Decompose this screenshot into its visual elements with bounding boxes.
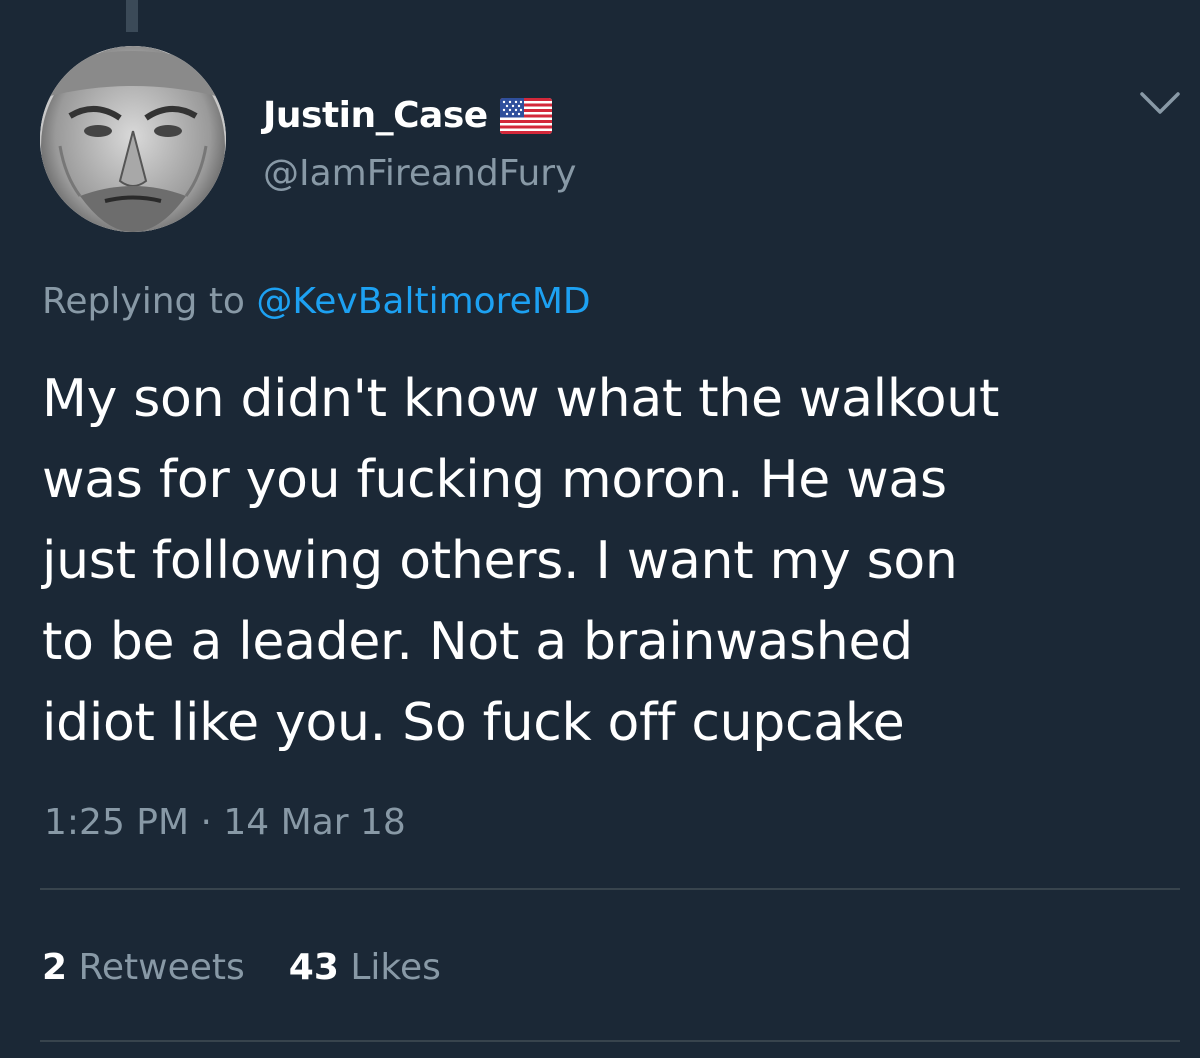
- user-avatar[interactable]: [40, 46, 226, 232]
- thread-connector-line: [126, 0, 138, 32]
- likes-count: 43: [288, 947, 339, 988]
- tweet-text-line: My son didn't know what the walkout: [42, 369, 1000, 429]
- tweet-timestamp[interactable]: 1:25 PM · 14 Mar 18: [44, 800, 406, 846]
- us-flag-icon: [499, 98, 552, 134]
- divider: [40, 1040, 1180, 1042]
- likes-label: Likes: [350, 947, 441, 988]
- tweet-stats: 2 Retweets 43 Likes: [42, 945, 441, 991]
- chevron-down-icon[interactable]: [1138, 86, 1182, 118]
- tweet-text-line: to be a leader. Not a brainwashed: [42, 612, 913, 672]
- avatar-face-icon: [40, 46, 226, 232]
- replying-to-line: Replying to @KevBaltimoreMD: [42, 278, 591, 326]
- divider: [40, 888, 1180, 890]
- tweet-text-line: just following others. I want my son: [42, 531, 958, 591]
- retweets-count: 2: [42, 947, 68, 988]
- likes-stat[interactable]: 43 Likes: [289, 945, 441, 991]
- tweet-text: My son didn't know what the walkout was …: [42, 359, 1182, 764]
- display-name-row: Justin_Case: [263, 93, 552, 139]
- retweets-label: Retweets: [78, 947, 245, 988]
- user-handle[interactable]: @IamFireandFury: [263, 151, 576, 197]
- tweet-text-line: was for you fucking moron. He was: [42, 450, 947, 510]
- reply-mention-link[interactable]: @KevBaltimoreMD: [256, 281, 590, 322]
- tweet-text-line: idiot like you. So fuck off cupcake: [42, 693, 905, 753]
- display-name[interactable]: Justin_Case: [263, 93, 488, 139]
- retweets-stat[interactable]: 2 Retweets: [42, 945, 245, 991]
- replying-to-label: Replying to: [42, 281, 245, 322]
